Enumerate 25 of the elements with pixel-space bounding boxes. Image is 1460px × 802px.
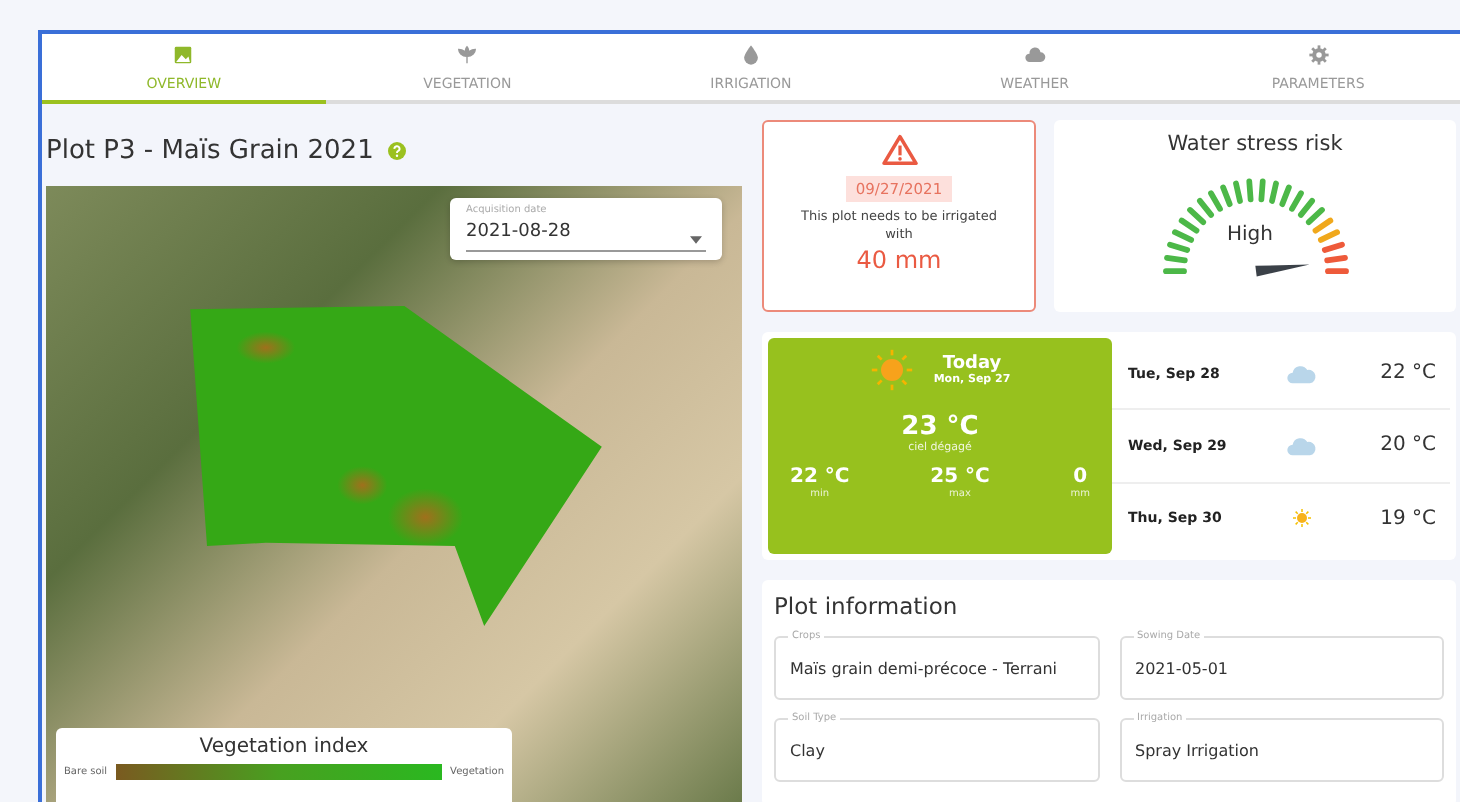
settings-icon bbox=[1307, 43, 1330, 65]
irrigation-amount: 40 mm bbox=[856, 246, 942, 275]
legend-title: Vegetation index bbox=[199, 736, 369, 758]
card-title: Water stress risk bbox=[1167, 132, 1343, 156]
forecast-temperature: 19 °C bbox=[1380, 507, 1436, 530]
sprout-icon bbox=[456, 43, 479, 65]
warning-icon bbox=[881, 134, 917, 166]
gauge-reading: High bbox=[1227, 224, 1273, 246]
cloud-icon bbox=[1023, 43, 1046, 65]
stat-value: 25 °C bbox=[930, 466, 990, 488]
image-icon bbox=[172, 43, 195, 65]
stat-value: 0 bbox=[1073, 466, 1088, 488]
forecast-temperature: 20 °C bbox=[1380, 434, 1436, 457]
section-title: Plot information bbox=[774, 592, 960, 620]
caret-icon bbox=[690, 236, 702, 244]
drop-icon bbox=[739, 43, 762, 65]
cloud-icon bbox=[1286, 433, 1318, 458]
forecast-temperature: 22 °C bbox=[1380, 362, 1436, 385]
cloud-icon bbox=[1286, 361, 1318, 386]
today-label: Today bbox=[942, 354, 1002, 374]
plot-title: Plot P3 - Maïs Grain 2021 bbox=[46, 136, 374, 166]
sun-icon bbox=[869, 348, 914, 392]
current-temperature: 23 °C bbox=[901, 412, 979, 442]
stat-value: 22 °C bbox=[790, 466, 850, 488]
help-icon[interactable] bbox=[387, 142, 406, 160]
